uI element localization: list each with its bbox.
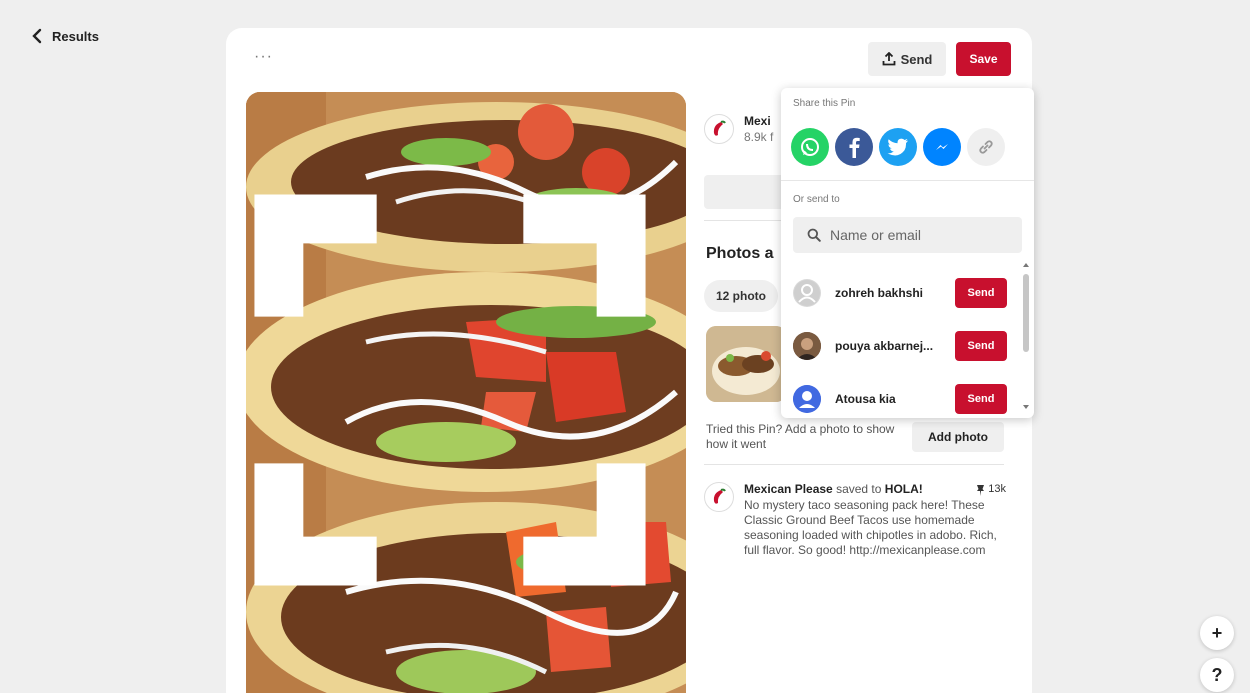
avatar <box>793 278 821 307</box>
facebook-icon <box>849 137 860 158</box>
search-icon <box>807 228 821 242</box>
saver-logo[interactable] <box>704 482 734 512</box>
send-to-contact-button[interactable]: Send <box>955 277 1007 308</box>
contact-list-scrollbar[interactable] <box>1019 260 1032 412</box>
creator-followers: 8.9k f <box>744 130 774 144</box>
help-button[interactable]: ? <box>1200 658 1234 692</box>
user-photo <box>793 331 821 360</box>
twitter-icon <box>887 138 908 156</box>
board-name[interactable]: HOLA! <box>885 482 923 496</box>
saver-name[interactable]: Mexican Please <box>744 482 833 496</box>
scroll-up-icon[interactable] <box>1023 263 1029 267</box>
or-send-to-label: Or send to <box>793 194 840 205</box>
back-label: Results <box>52 28 99 44</box>
copy-link-button[interactable] <box>967 128 1005 166</box>
create-plus-button[interactable]: + <box>1200 616 1234 650</box>
divider <box>704 464 1004 465</box>
pin-image[interactable] <box>246 92 686 693</box>
contact-name: pouya akbarnej... <box>835 338 934 353</box>
link-icon <box>979 140 993 154</box>
whatsapp-icon <box>801 138 819 156</box>
photos-count-chip[interactable]: 12 photo <box>704 280 778 312</box>
avatar <box>793 331 821 360</box>
save-button[interactable]: Save <box>956 42 1011 76</box>
share-icon <box>882 52 895 66</box>
default-user-icon <box>794 279 820 306</box>
photos-title: Photos a <box>706 245 774 262</box>
chili-logo-icon <box>713 120 726 136</box>
contact-list: zohreh bakhshi Send pouya akbarnej... Se… <box>781 266 1019 418</box>
contact-name: zohreh bakhshi <box>835 285 924 300</box>
creator-info[interactable]: Mexi 8.9k f <box>704 114 773 144</box>
pin-count: 13k <box>976 482 1006 497</box>
tried-photo-thumbnail[interactable] <box>706 326 786 402</box>
share-title: Share this Pin <box>793 98 856 109</box>
facebook-button[interactable] <box>835 128 873 166</box>
twitter-button[interactable] <box>879 128 917 166</box>
send-to-contact-button[interactable]: Send <box>955 383 1007 414</box>
social-share-buttons <box>791 128 1005 166</box>
pushpin-icon <box>977 484 985 496</box>
contact-row[interactable]: pouya akbarnej... Send <box>781 319 1019 372</box>
whatsapp-button[interactable] <box>791 128 829 166</box>
creator-name[interactable]: Mexi <box>744 114 773 128</box>
contact-row[interactable]: Atousa kia Send <box>781 372 1019 418</box>
thumbnail-image <box>706 326 786 402</box>
recipient-search-input[interactable] <box>830 227 1010 243</box>
divider <box>781 180 1034 181</box>
send-button[interactable]: Send <box>868 42 946 76</box>
saved-to-text: saved to <box>836 482 882 496</box>
send-label: Send <box>900 51 933 67</box>
back-to-results[interactable]: Results <box>30 28 99 44</box>
tried-pin-text: Tried this Pin? Add a photo to show how … <box>706 422 895 451</box>
user-icon <box>793 384 821 413</box>
saved-activity: Mexican Please saved to HOLA! 13k No mys… <box>704 482 1010 558</box>
scroll-thumb[interactable] <box>1023 274 1029 352</box>
pin-count-value: 13k <box>988 483 1006 495</box>
share-popover: Share this Pin Or send to zohreh bakhshi… <box>781 88 1034 418</box>
messenger-button[interactable] <box>923 128 961 166</box>
contact-name: Atousa kia <box>835 391 896 406</box>
more-options-button[interactable]: ··· <box>254 48 273 66</box>
recipient-search[interactable] <box>793 217 1022 253</box>
pin-description: No mystery taco seasoning pack here! The… <box>744 498 997 557</box>
contact-row[interactable]: zohreh bakhshi Send <box>781 266 1019 319</box>
expand-icon[interactable] <box>246 92 670 693</box>
add-photo-button[interactable]: Add photo <box>912 422 1004 452</box>
avatar <box>793 384 821 413</box>
send-to-contact-button[interactable]: Send <box>955 330 1007 361</box>
chili-logo-icon <box>713 488 726 504</box>
messenger-icon <box>936 144 948 150</box>
creator-logo <box>704 114 734 144</box>
chevron-left-icon <box>32 28 42 44</box>
scroll-down-icon[interactable] <box>1023 405 1029 409</box>
